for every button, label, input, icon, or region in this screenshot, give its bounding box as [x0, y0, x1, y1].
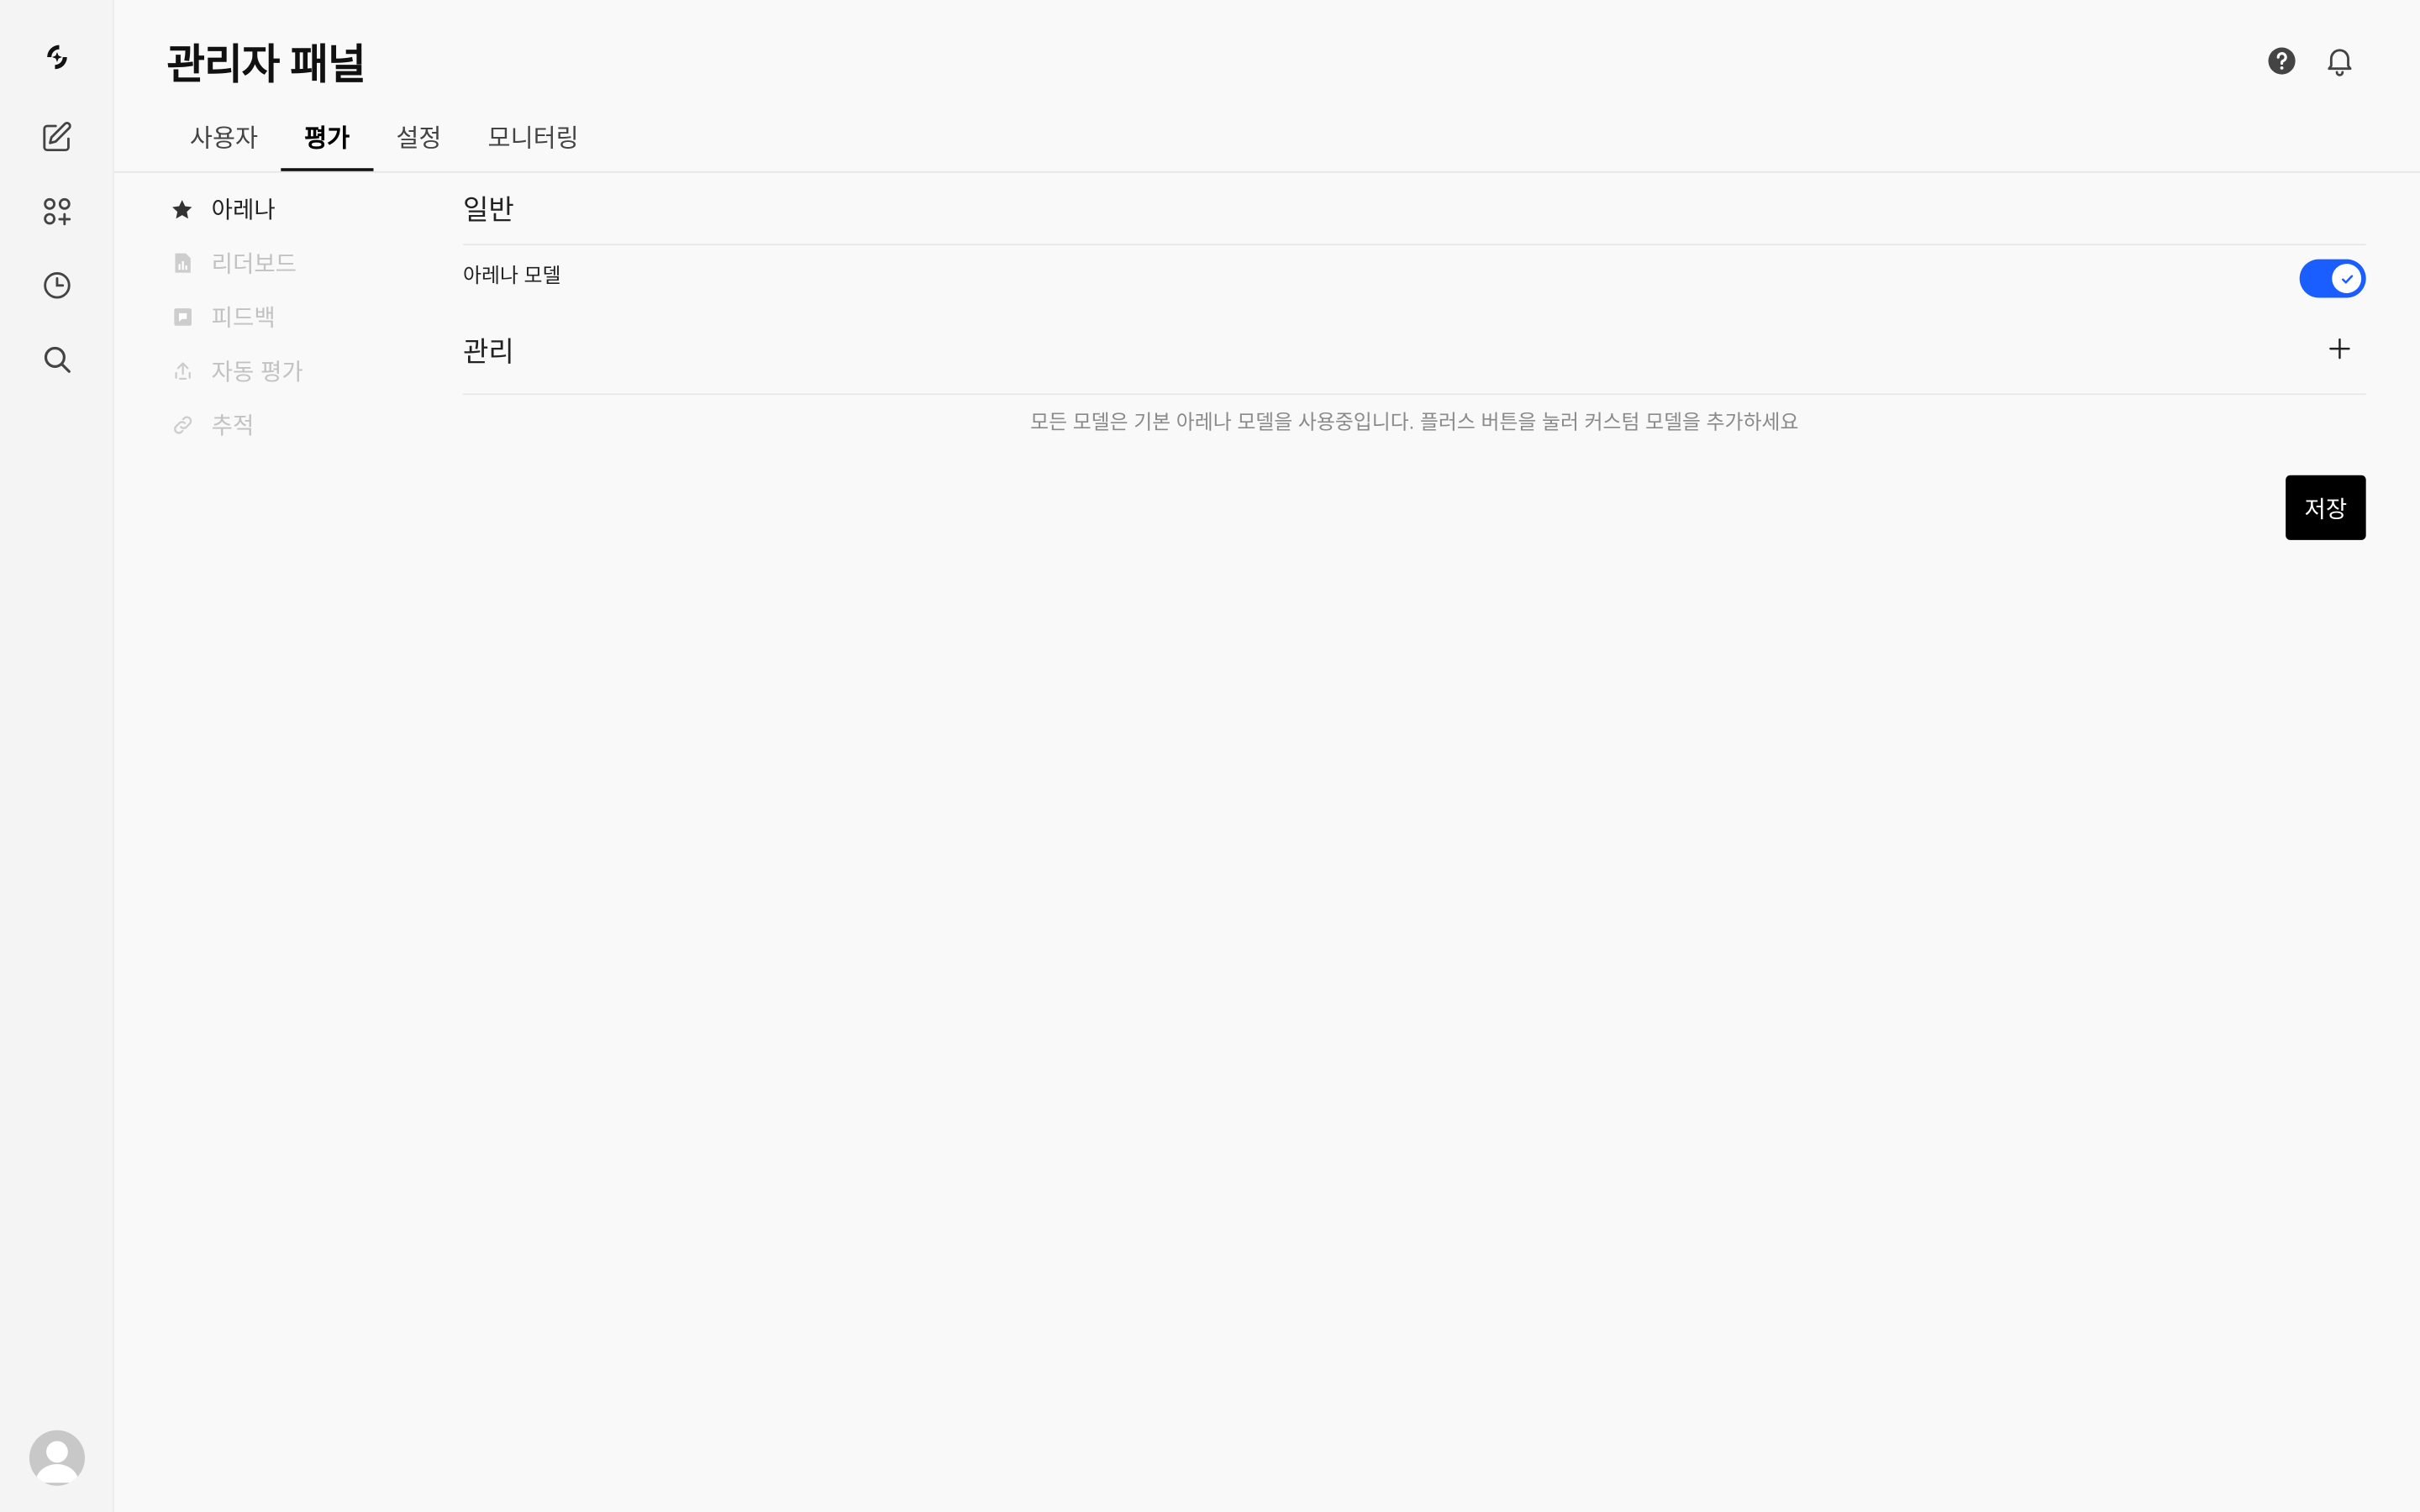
subnav-item-tracing[interactable]: 추적 [170, 398, 448, 452]
general-section-title: 일반 [463, 194, 514, 226]
save-button[interactable]: 저장 [2286, 475, 2366, 540]
search-icon[interactable] [34, 336, 80, 382]
admin-panel: 관리자 패널 사용자 평가 설정 모니터링 아레나 리더보드 피드백 자동 평가… [113, 0, 2420, 1512]
history-icon[interactable] [34, 262, 80, 308]
app-sidebar [0, 0, 114, 1512]
logo-icon[interactable] [34, 34, 80, 80]
subnav-item-auto-eval[interactable]: 자동 평가 [170, 344, 448, 398]
tab-bar: 사용자 평가 설정 모니터링 [166, 99, 602, 171]
arena-model-toggle[interactable] [2299, 259, 2366, 298]
tab-evaluations[interactable]: 평가 [281, 99, 374, 171]
bell-icon[interactable] [2321, 42, 2358, 79]
manage-divider [463, 393, 2366, 396]
header-divider [113, 171, 2420, 173]
workspace-icon[interactable] [34, 188, 80, 234]
subnav-item-feedback[interactable]: 피드백 [170, 290, 448, 344]
empty-models-message: 모든 모델은 기본 아레나 모델을 사용중입니다. 플러스 버튼을 눌러 커스텀… [1030, 410, 1799, 434]
new-chat-icon[interactable] [34, 114, 80, 160]
tab-monitoring[interactable]: 모니터링 [465, 99, 602, 171]
star-icon [170, 197, 194, 221]
check-icon [2341, 274, 2353, 283]
chat-icon [170, 305, 194, 329]
avatar[interactable] [29, 1430, 86, 1486]
toggle-knob [2332, 264, 2362, 293]
evaluation-subnav: 아레나 리더보드 피드백 자동 평가 추적 [170, 182, 448, 452]
subnav-item-leaderboard[interactable]: 리더보드 [170, 236, 448, 290]
general-divider [463, 244, 2366, 246]
manage-section-title: 관리 [463, 336, 514, 368]
tab-users[interactable]: 사용자 [166, 99, 281, 171]
upload-icon [170, 359, 194, 383]
page-title: 관리자 패널 [166, 41, 366, 88]
plus-icon [2329, 338, 2350, 360]
tab-settings[interactable]: 설정 [373, 99, 465, 171]
add-model-button[interactable] [2323, 332, 2356, 365]
link-icon [170, 412, 194, 437]
subnav-item-arena[interactable]: 아레나 [170, 182, 448, 236]
chart-icon [170, 250, 194, 275]
help-icon[interactable] [2263, 42, 2300, 79]
arena-model-label: 아레나 모델 [463, 264, 561, 287]
